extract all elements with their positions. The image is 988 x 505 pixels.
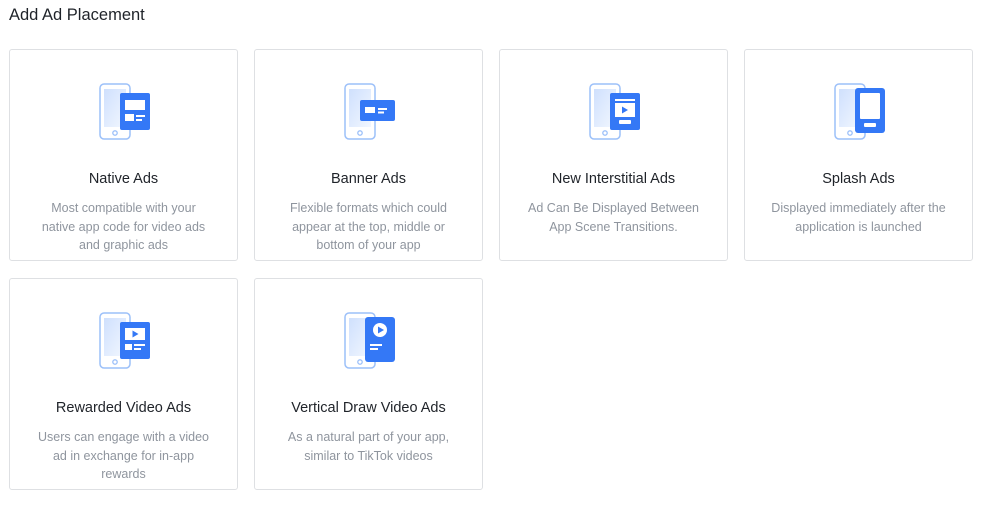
- vertical-draw-video-ads-icon: [343, 312, 397, 370]
- native-ads-card[interactable]: Native Ads Most compatible with your nat…: [9, 49, 238, 261]
- banner-ads-card[interactable]: Banner Ads Flexible formats which could …: [254, 49, 483, 261]
- banner-ads-icon: [343, 83, 397, 141]
- page-title: Add Ad Placement: [9, 6, 145, 24]
- native-ads-icon: [98, 83, 152, 141]
- vertical-draw-video-ads-card[interactable]: Vertical Draw Video Ads As a natural par…: [254, 278, 483, 490]
- card-description: Most compatible with your native app cod…: [41, 201, 206, 252]
- card-description: Displayed immediately after the applicat…: [771, 201, 946, 234]
- splash-ads-icon: [833, 83, 887, 141]
- card-title: Banner Ads: [331, 171, 406, 187]
- card-description: Flexible formats which could appear at t…: [289, 201, 447, 252]
- card-title: Native Ads: [88, 171, 159, 187]
- card-title: Splash Ads: [822, 171, 895, 187]
- card-description: Ad Can Be Displayed Between App Scene Tr…: [528, 201, 699, 234]
- card-title: New Interstitial Ads: [551, 171, 676, 187]
- card-description: As a natural part of your app, similar t…: [287, 430, 450, 463]
- card-description: Users can engage with a video ad in exch…: [38, 430, 209, 481]
- card-title: Rewarded Video Ads: [55, 400, 192, 416]
- splash-ads-card[interactable]: Splash Ads Displayed immediately after t…: [744, 49, 973, 261]
- interstitial-ads-card[interactable]: New Interstitial Ads Ad Can Be Displayed…: [499, 49, 728, 261]
- interstitial-ads-icon: [588, 83, 642, 141]
- rewarded-video-ads-icon: [98, 312, 152, 370]
- rewarded-video-ads-card[interactable]: Rewarded Video Ads Users can engage with…: [9, 278, 238, 490]
- card-title: Vertical Draw Video Ads: [291, 400, 446, 416]
